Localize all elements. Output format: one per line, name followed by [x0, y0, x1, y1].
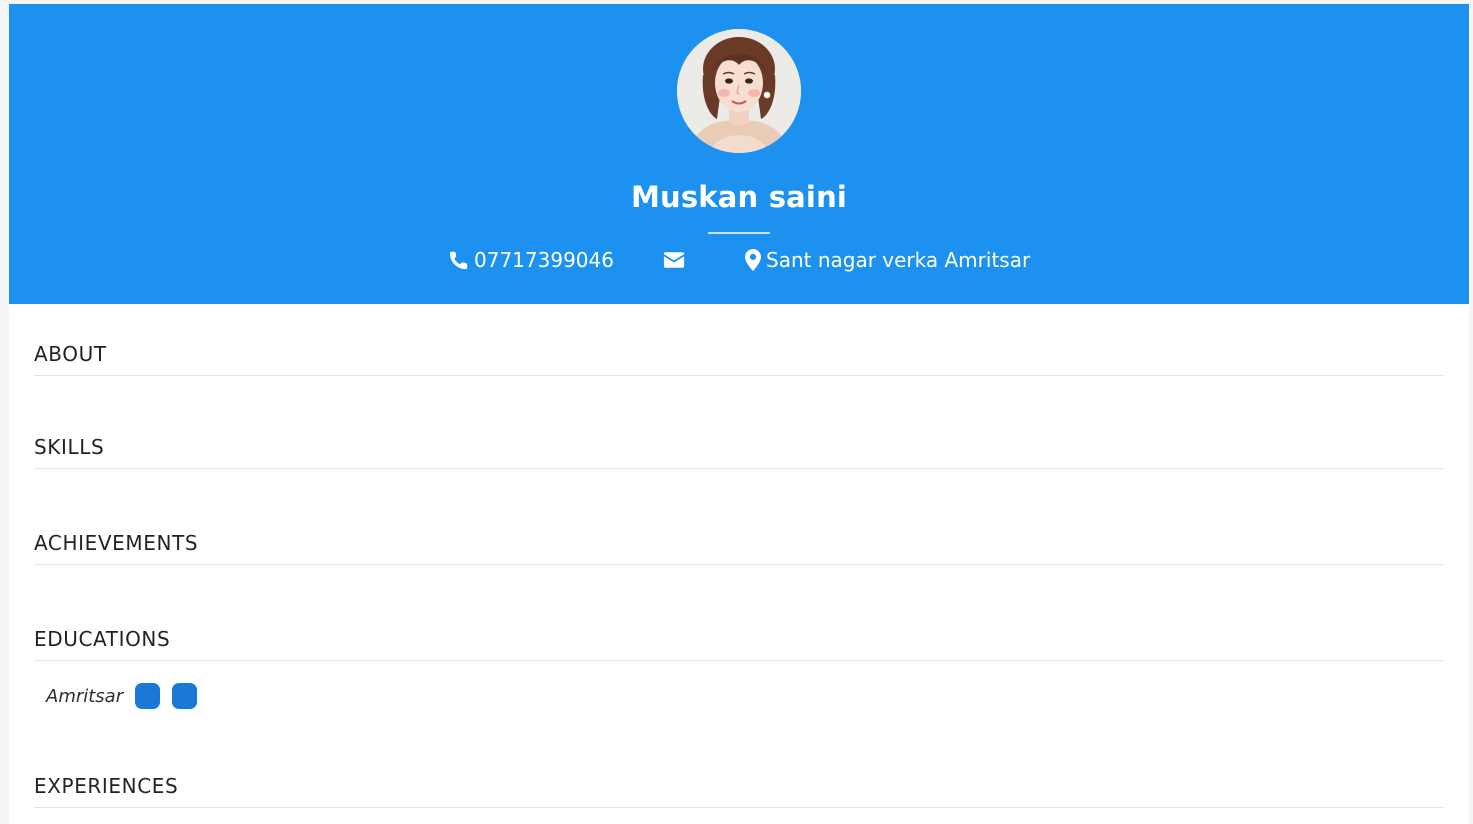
section-title-experiences: EXPERIENCES: [34, 774, 179, 798]
email-link[interactable]: [663, 245, 690, 275]
phone-number: 07717399046: [474, 248, 614, 272]
section-about: ABOUT: [34, 340, 1444, 376]
section-achievements: ACHIEVEMENTS: [34, 529, 1444, 565]
section-title-educations: EDUCATIONS: [34, 627, 171, 651]
section-divider: [34, 807, 1444, 808]
section-skills: SKILLS: [34, 433, 1444, 469]
education-item: Amritsar: [46, 682, 209, 710]
phone-link[interactable]: 07717399046: [448, 245, 614, 275]
contact-bar: 07717399046 Sant nagar verka Amritsar: [9, 245, 1469, 275]
address-link[interactable]: Sant nagar verka Amritsar: [745, 245, 1030, 275]
section-divider: [34, 468, 1444, 469]
section-educations: EDUCATIONS Amritsar: [34, 625, 1444, 735]
profile-name: Muskan saini: [630, 180, 848, 214]
envelope-icon: [663, 251, 685, 269]
resume-page: Muskan saini 07717399046 Sant nagar verk…: [9, 4, 1469, 824]
section-divider: [34, 375, 1444, 376]
education-badge: [135, 683, 161, 709]
phone-icon: [448, 250, 469, 271]
education-badge: [172, 683, 198, 709]
address-text: Sant nagar verka Amritsar: [766, 248, 1031, 272]
section-divider: [34, 564, 1444, 565]
avatar-photo: [677, 29, 801, 153]
section-title-about: ABOUT: [34, 342, 107, 366]
section-title-skills: SKILLS: [34, 435, 105, 459]
section-experiences: EXPERIENCES: [34, 772, 1444, 808]
map-marker-icon: [745, 249, 761, 271]
profile-header: Muskan saini 07717399046 Sant nagar verk…: [9, 4, 1469, 304]
section-divider: [34, 660, 1444, 661]
education-place: Amritsar: [46, 685, 124, 707]
name-divider: [708, 232, 770, 234]
section-title-achievements: ACHIEVEMENTS: [34, 531, 199, 555]
profile-avatar: [677, 29, 801, 153]
